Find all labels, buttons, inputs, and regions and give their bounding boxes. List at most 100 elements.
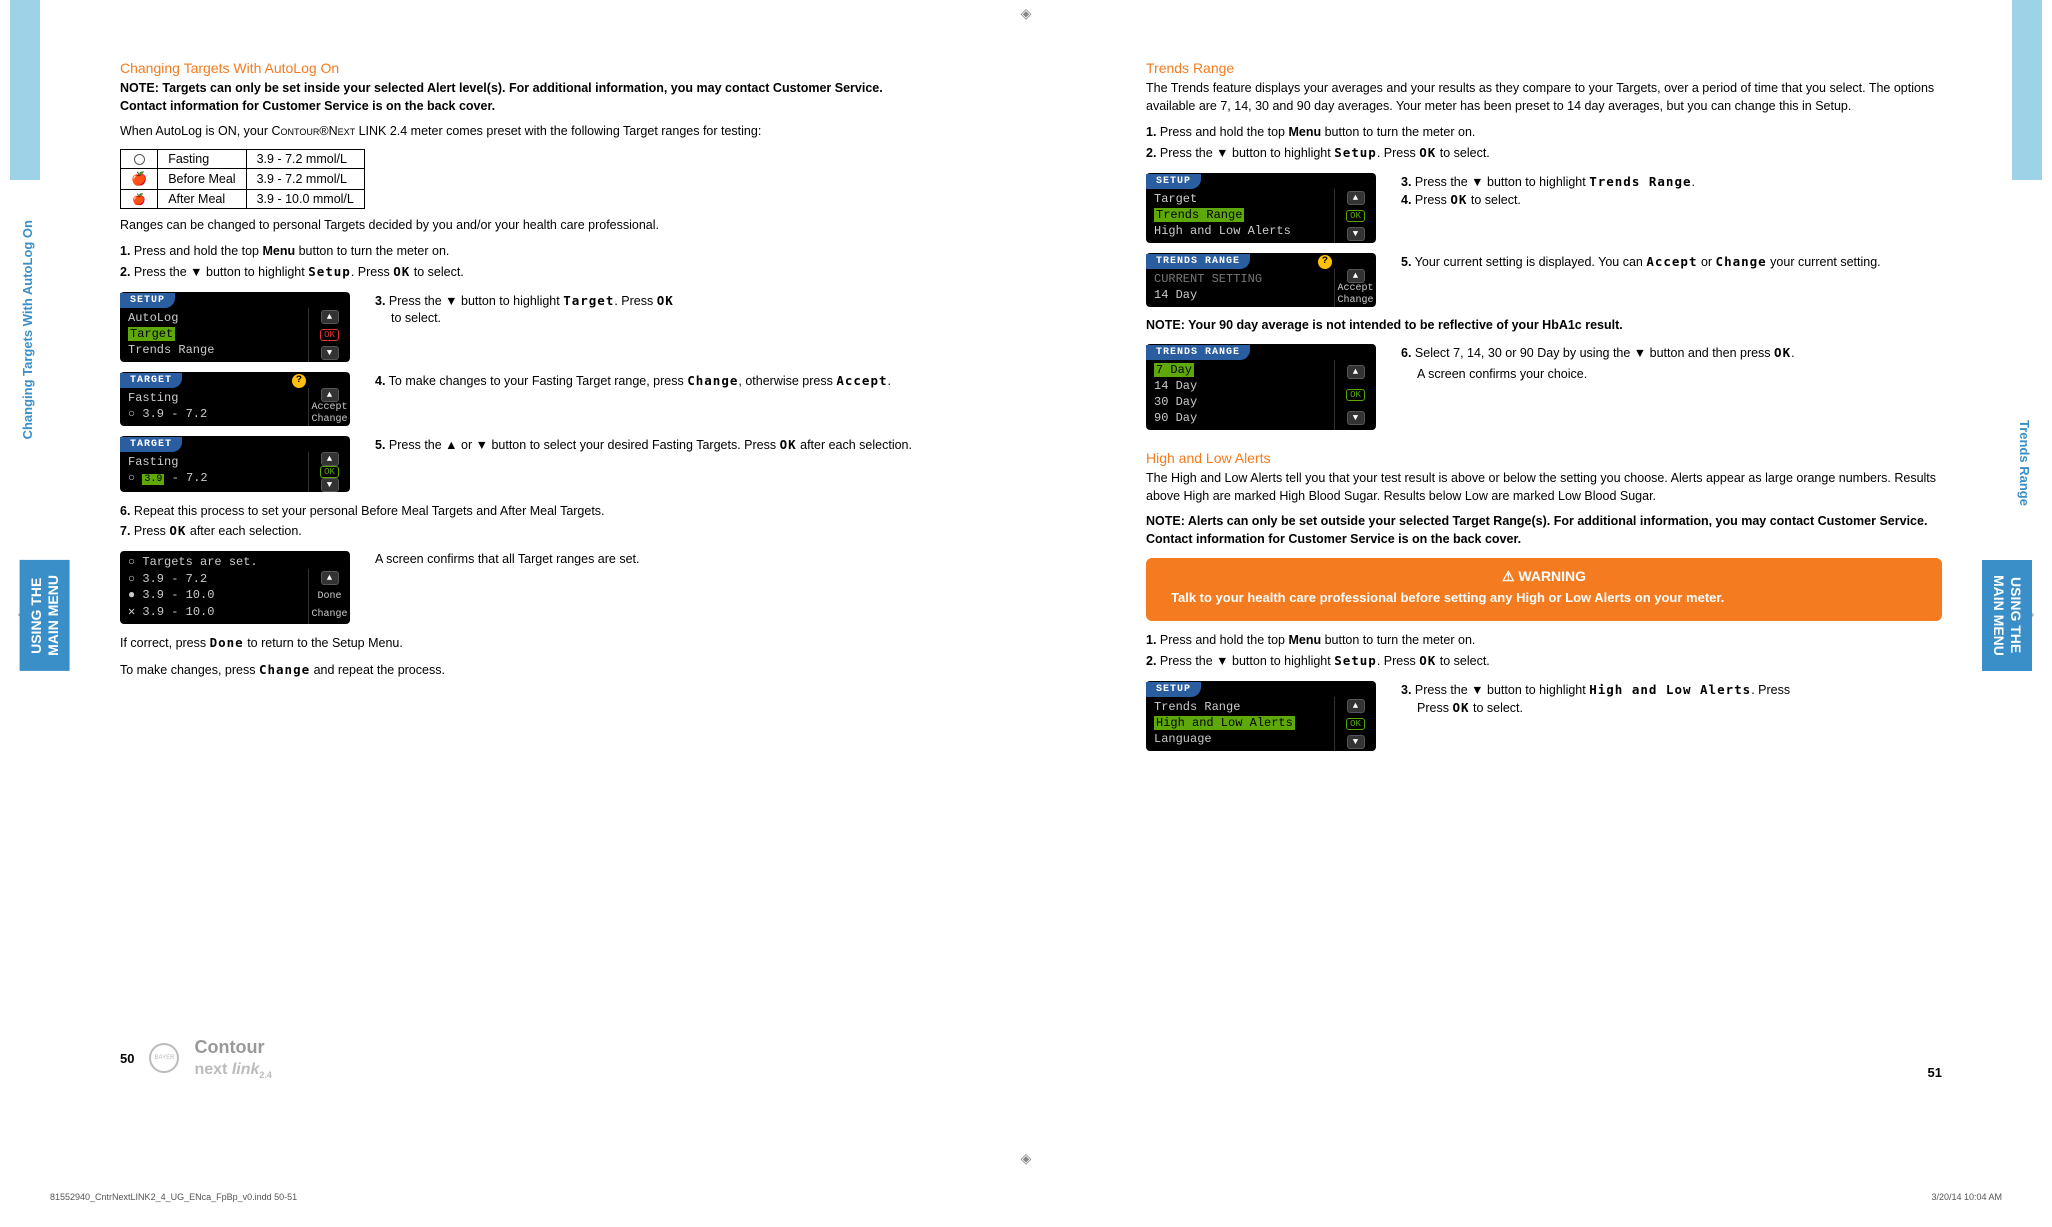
menu-item: High and Low Alerts xyxy=(1154,715,1334,731)
t: Change xyxy=(687,373,738,388)
device-screen-setup-alerts: SETUP Trends Range High and Low Alerts L… xyxy=(1146,681,1376,751)
step-5: 5. Press the ▲ or ▼ button to select you… xyxy=(375,436,916,455)
t: Press the ▼ button to highlight xyxy=(1411,175,1589,189)
t: 3.9 xyxy=(142,474,164,485)
t: Menu xyxy=(262,244,295,258)
t: Done xyxy=(210,635,244,650)
step-6: 6. Select 7, 14, 30 or 90 Day by using t… xyxy=(1401,344,1942,383)
menu-item: 7 Day xyxy=(1154,362,1334,378)
cell: 3.9 - 7.2 mmol/L xyxy=(246,149,364,168)
bayer-logo-icon: BAYER xyxy=(149,1043,179,1073)
down-arrow-icon: ▼ xyxy=(321,346,339,360)
t: Press and hold the top xyxy=(1156,633,1288,647)
ok-button: OK xyxy=(1346,718,1365,730)
up-arrow-icon: ▲ xyxy=(321,388,339,402)
ok-button: OK xyxy=(1346,210,1365,222)
print-date: 3/20/14 10:04 AM xyxy=(1931,1192,2002,1202)
t: your current setting. xyxy=(1767,255,1881,269)
trends-intro: The Trends feature displays your average… xyxy=(1146,80,1942,115)
t: to return to the Setup Menu. xyxy=(244,636,403,650)
device-screen-targets-set: ○ Targets are set. ○ 3.9 - 7.2 ● 3.9 - 1… xyxy=(120,551,350,624)
t: - 7.2 xyxy=(164,471,207,485)
t: Change xyxy=(1716,254,1767,269)
t: 14 Day xyxy=(1154,287,1334,303)
t: Change xyxy=(259,662,310,677)
t: Target xyxy=(563,293,614,308)
down-arrow-icon: ▼ xyxy=(1347,735,1365,749)
t: ○ xyxy=(128,471,142,485)
list-item: 1. Press and hold the top Menu button to… xyxy=(120,242,916,261)
table-row: 🍎Before Meal3.9 - 7.2 mmol/L xyxy=(121,168,365,189)
t: OK xyxy=(1419,145,1436,160)
menu-item: Language xyxy=(1154,731,1334,747)
t: Setup xyxy=(308,264,351,279)
note-alerts: NOTE: Alerts can only be set outside you… xyxy=(1146,513,1942,548)
device-screen-trends-current: TRENDS RANGE ? CURRENT SETTING 14 Day ▲ … xyxy=(1146,253,1376,307)
device-screen-target-edit: TARGET Fasting ○ 3.9 - 7.2 ▲ OK ▼ xyxy=(120,436,350,492)
t: to select. xyxy=(1467,193,1521,207)
screen-title: TARGET xyxy=(120,373,182,388)
n: 2. xyxy=(120,265,130,279)
n: 3. xyxy=(1401,683,1411,697)
ok-button: OK xyxy=(1346,389,1365,401)
t: next xyxy=(194,1061,227,1078)
t: Press the ▼ button to highlight xyxy=(385,294,563,308)
t: Repeat this process to set your personal… xyxy=(130,504,604,518)
t: Menu xyxy=(1288,633,1321,647)
t: Press xyxy=(130,524,169,538)
targets-table: Fasting3.9 - 7.2 mmol/L 🍎Before Meal3.9 … xyxy=(120,149,365,209)
t: Fasting xyxy=(128,454,308,470)
up-arrow-icon: ▲ xyxy=(1347,191,1365,205)
cell: 3.9 - 10.0 mmol/L xyxy=(246,189,364,208)
screen-title: TRENDS RANGE xyxy=(1146,345,1250,360)
done-label: Done xyxy=(308,587,350,605)
menu-item: Trends Range xyxy=(1154,207,1334,223)
down-arrow-icon: ▼ xyxy=(1347,411,1365,425)
n: 6. xyxy=(120,504,130,518)
t: after each selection. xyxy=(186,524,301,538)
t: Press the ▲ or ▼ button to select your d… xyxy=(385,438,779,452)
t: Press the ▼ button to highlight xyxy=(130,265,308,279)
t: OK xyxy=(393,264,410,279)
n: 3. xyxy=(375,294,385,308)
t: ○ 3.9 - 7.2 xyxy=(128,470,308,486)
change-label: Change xyxy=(1334,295,1376,307)
menu-item: 30 Day xyxy=(1154,394,1334,410)
n: 1. xyxy=(1146,633,1156,647)
t: To make changes to your Fasting Target r… xyxy=(385,374,687,388)
menu-item: 14 Day xyxy=(1154,378,1334,394)
list-item: 1. Press and hold the top Menu button to… xyxy=(1146,123,1942,142)
t: to select. xyxy=(410,265,464,279)
t: OK xyxy=(169,523,186,538)
device-screen-target-accept: TARGET ? Fasting ○ 3.9 - 7.2 ▲ Accept Ch… xyxy=(120,372,350,426)
device-screen-setup: SETUP AutoLog Target Trends Range ▲ OK ▼ xyxy=(120,292,350,362)
t: . Press xyxy=(1751,683,1790,697)
menu-item: Target xyxy=(1154,191,1334,207)
t: . Press xyxy=(1377,146,1419,160)
t: CURRENT SETTING xyxy=(1154,271,1334,287)
t: Contour xyxy=(194,1037,264,1057)
left-spine xyxy=(10,0,40,180)
list-item: 7. Press OK after each selection. xyxy=(120,522,916,541)
screen-title: SETUP xyxy=(120,293,175,308)
t: ○ Targets are set. xyxy=(120,551,350,569)
t: OK xyxy=(1450,192,1467,207)
t: . Press xyxy=(614,294,656,308)
accept-label: Accept xyxy=(308,402,350,414)
ok-button: OK xyxy=(320,329,339,341)
section-tab-right: Trends Range xyxy=(2017,420,2032,506)
cell: 3.9 - 7.2 mmol/L xyxy=(246,168,364,189)
n: 2. xyxy=(1146,654,1156,668)
menu-item: Trends Range xyxy=(128,342,308,358)
list-item: 6. Repeat this process to set your perso… xyxy=(120,502,916,521)
file-name: 81552940_CntrNextLINK2_4_UG_ENca_FpBp_v0… xyxy=(50,1192,297,1202)
cell: After Meal xyxy=(158,189,246,208)
t: Trends Range xyxy=(1154,208,1244,222)
menu-item: Trends Range xyxy=(1154,699,1334,715)
t: . Press xyxy=(1377,654,1419,668)
cell: Fasting xyxy=(158,149,246,168)
t: LINK 2.4 meter comes preset with the fol… xyxy=(355,124,761,138)
t: OK xyxy=(1419,653,1436,668)
n: 6. xyxy=(1401,346,1411,360)
after-meal-icon: 🍎 xyxy=(121,189,158,208)
